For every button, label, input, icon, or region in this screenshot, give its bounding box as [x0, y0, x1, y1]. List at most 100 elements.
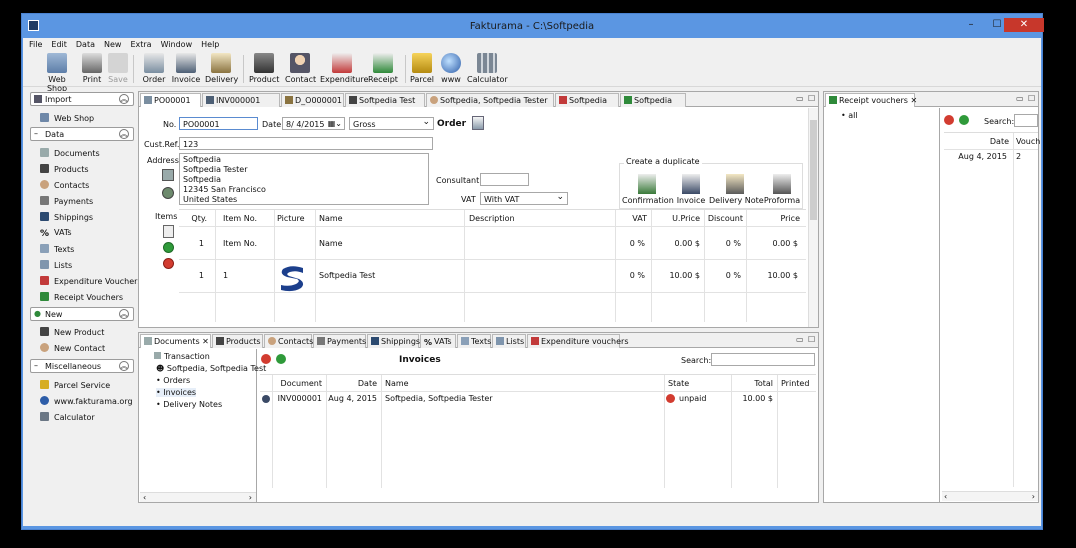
calendar-icon[interactable]: ▦⌄ — [328, 119, 342, 128]
column-header-printed[interactable]: Printed — [781, 379, 809, 388]
new-contact-button[interactable]: Contact — [285, 53, 316, 84]
tab-order[interactable]: PO00001 — [140, 93, 201, 107]
tree-item-transaction[interactable]: Transaction — [154, 352, 210, 361]
menu-new[interactable]: New — [98, 38, 124, 49]
collapse-chevron-icon[interactable]: ︽ — [119, 94, 129, 104]
nav-item-vats[interactable]: % VATs — [40, 228, 72, 239]
menu-file[interactable]: File — [23, 38, 45, 49]
tab-receipt-vouchers[interactable]: Receipt vouchers ✕ — [825, 93, 918, 107]
delete-voucher-button[interactable] — [944, 115, 954, 125]
address-field[interactable]: Softpedia Softpedia Tester Softpedia 123… — [179, 153, 429, 205]
column-header-document[interactable]: Document — [274, 379, 322, 388]
close-tab-icon[interactable]: ✕ — [202, 337, 209, 346]
duplicate-proforma-button[interactable]: Proforma — [763, 174, 801, 205]
collapse-chevron-icon[interactable]: ︽ — [119, 309, 129, 319]
item-vat[interactable]: 0 % — [617, 239, 645, 248]
nav-item-documents[interactable]: Documents — [40, 148, 100, 158]
receipt-horizontal-scrollbar[interactable]: ‹ › — [942, 491, 1038, 501]
menu-help[interactable]: Help — [195, 38, 222, 49]
item-number[interactable]: Item No. — [223, 239, 257, 248]
column-header-voucher[interactable]: Vouch — [1016, 137, 1040, 146]
nav-item-texts[interactable]: Texts — [40, 244, 74, 254]
duplicate-invoice-button[interactable]: Invoice — [674, 174, 708, 205]
add-item-icon[interactable] — [163, 242, 174, 253]
new-receipt-button[interactable]: Receipt — [368, 53, 398, 84]
column-header-qty[interactable]: Qty. — [179, 214, 207, 223]
column-header-date[interactable]: Date — [328, 379, 377, 388]
tab-contacts[interactable]: Contacts — [264, 334, 313, 348]
column-header-price[interactable]: Price — [748, 214, 800, 223]
new-product-button[interactable]: Product — [249, 53, 279, 84]
column-header-name[interactable]: Name — [319, 214, 343, 223]
address-book-icon[interactable] — [162, 169, 174, 181]
minimize-view-icon[interactable]: ▭ — [796, 94, 804, 103]
item-qty[interactable]: 1 — [179, 271, 204, 280]
price-mode-select[interactable]: Gross — [349, 117, 434, 130]
tree-item-invoices[interactable]: • Invoices — [156, 388, 197, 397]
calculator-button[interactable]: Calculator — [467, 53, 508, 84]
nav-section-data[interactable]: – Data ︽ — [30, 127, 134, 141]
save-button[interactable]: Save — [107, 53, 129, 84]
close-button[interactable]: ✕ — [1004, 18, 1044, 32]
new-delivery-button[interactable]: Delivery — [205, 53, 238, 84]
nav-item-new-product[interactable]: New Product — [40, 327, 104, 337]
item-unit-price[interactable]: 10.00 $ — [653, 271, 700, 280]
column-header-name[interactable]: Name — [385, 379, 409, 388]
nav-section-import[interactable]: Import ︽ — [30, 92, 134, 106]
invoice-total[interactable]: 10.00 $ — [733, 394, 773, 403]
item-name[interactable]: Name — [319, 239, 343, 248]
nav-item-contacts[interactable]: Contacts — [40, 180, 89, 190]
column-header-vat[interactable]: VAT — [617, 214, 647, 223]
column-header-picture[interactable]: Picture — [277, 214, 305, 223]
voucher-date[interactable]: Aug 4, 2015 — [944, 152, 1007, 161]
maximize-view-icon[interactable]: ☐ — [808, 335, 815, 344]
item-price[interactable]: 10.00 $ — [748, 271, 798, 280]
duplicate-delivery-note-button[interactable]: Delivery Note — [709, 174, 764, 205]
duplicate-confirmation-button[interactable]: Confirmation — [622, 174, 674, 205]
voucher-number[interactable]: 2 — [1016, 152, 1021, 161]
menu-window[interactable]: Window — [155, 38, 196, 49]
nav-item-calculator[interactable]: Calculator — [40, 412, 95, 422]
vat-select[interactable]: With VAT — [480, 192, 568, 205]
nav-item-parcel-service[interactable]: Parcel Service — [40, 380, 110, 390]
menu-edit[interactable]: Edit — [45, 38, 70, 49]
item-price[interactable]: 0.00 $ — [748, 239, 798, 248]
tree-item-delivery-notes[interactable]: • Delivery Notes — [156, 400, 222, 409]
column-header-unit-price[interactable]: U.Price — [653, 214, 700, 223]
www-button[interactable]: www — [439, 53, 463, 84]
minimize-view-icon[interactable]: ▭ — [796, 335, 804, 344]
tab-expenditure[interactable]: Softpedia — [555, 93, 619, 107]
tree-item-orders[interactable]: • Orders — [156, 376, 190, 385]
add-voucher-button[interactable] — [959, 115, 969, 125]
date-picker[interactable]: 8/ 4/2015 ▦⌄ — [282, 117, 345, 130]
number-field[interactable]: PO00001 — [179, 117, 258, 130]
tab-product[interactable]: Softpedia Test — [345, 93, 425, 107]
nav-item-shippings[interactable]: Shippings — [40, 212, 93, 222]
nav-item-products[interactable]: Products — [40, 164, 89, 174]
invoice-date[interactable]: Aug 4, 2015 — [328, 394, 377, 403]
column-header-item-no[interactable]: Item No. — [223, 214, 257, 223]
nav-item-expenditure-vouchers[interactable]: Expenditure Vouchers — [40, 276, 142, 286]
tab-texts[interactable]: Texts — [457, 334, 491, 348]
nav-item-receipt-vouchers[interactable]: Receipt Vouchers — [40, 292, 123, 302]
column-header-discount[interactable]: Discount — [706, 214, 743, 223]
nav-item-webshop[interactable]: Web Shop — [40, 113, 94, 123]
nav-item-lists[interactable]: Lists — [40, 260, 72, 270]
invoice-state[interactable]: unpaid — [666, 394, 706, 403]
item-unit-price[interactable]: 0.00 $ — [653, 239, 700, 248]
add-document-button[interactable] — [276, 354, 286, 364]
item-discount[interactable]: 0 % — [706, 239, 741, 248]
item-qty[interactable]: 1 — [179, 239, 204, 248]
tree-item-all[interactable]: • all — [841, 111, 858, 120]
nav-item-payments[interactable]: Payments — [40, 196, 93, 206]
tab-shippings[interactable]: Shippings — [367, 334, 420, 348]
item-vat[interactable]: 0 % — [617, 271, 645, 280]
receipt-search-input[interactable] — [1014, 114, 1038, 127]
menu-data[interactable]: Data — [70, 38, 98, 49]
close-tab-icon[interactable]: ✕ — [911, 96, 918, 105]
consultant-field[interactable] — [480, 173, 529, 186]
minimize-button[interactable]: – — [958, 18, 984, 32]
tab-receipt[interactable]: Softpedia — [620, 93, 686, 107]
item-number[interactable]: 1 — [223, 271, 228, 280]
print-button[interactable]: Print — [81, 53, 103, 84]
